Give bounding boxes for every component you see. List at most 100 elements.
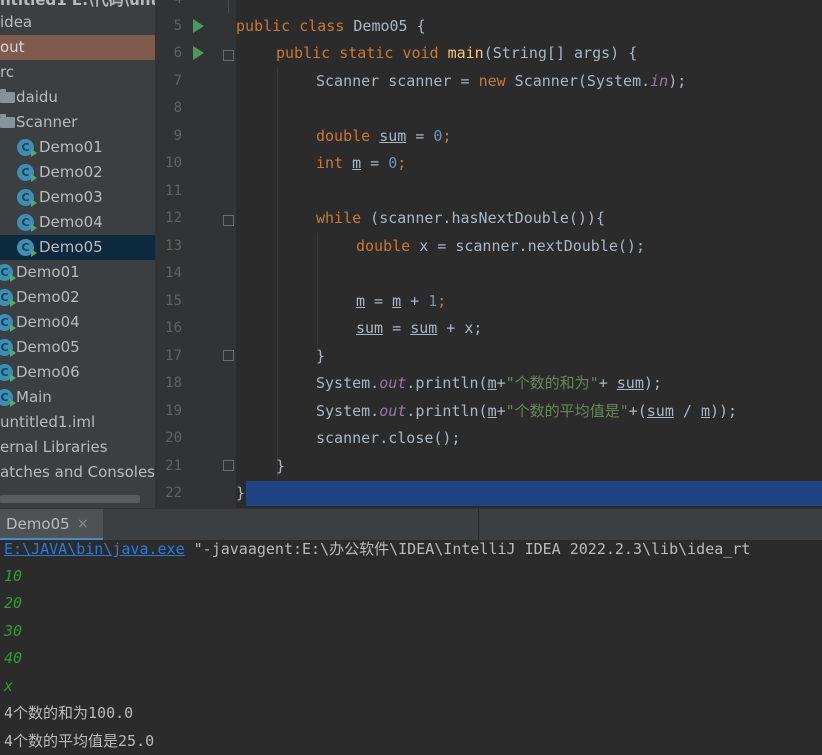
tree-item-scanner-demo05[interactable]: C Demo05 xyxy=(0,235,155,260)
fold-marker-icon[interactable] xyxy=(223,50,234,61)
code-line-19: System.out.println(m+"个数的平均值是"+(sum / m)… xyxy=(316,402,738,420)
console-output-line: 4个数的平均值是25.0 xyxy=(4,732,155,750)
java-class-icon: C xyxy=(17,139,37,157)
java-class-icon: C xyxy=(0,364,16,382)
fold-marker-icon[interactable] xyxy=(223,215,234,226)
tree-item-daidu[interactable]: daidu xyxy=(0,85,155,110)
indent-guide xyxy=(277,68,278,480)
java-class-icon: C xyxy=(17,239,37,257)
tree-item-label: Main xyxy=(16,388,52,406)
tree-item-label: Demo01 xyxy=(16,263,80,281)
tree-item-demo02[interactable]: C Demo02 xyxy=(0,285,155,310)
close-icon[interactable]: × xyxy=(77,509,89,540)
code-line-5: public class Demo05 { xyxy=(236,17,426,35)
run-main-icon[interactable] xyxy=(193,46,204,60)
code-line-9: double sum = 0; xyxy=(316,127,452,145)
run-console[interactable]: E:\JAVA\bin\java.exe "-javaagent:E:\办公软件… xyxy=(0,540,822,755)
line-number: 18 xyxy=(165,375,182,391)
tree-item-main[interactable]: C Main xyxy=(0,385,155,410)
tree-horizontal-scrollbar[interactable] xyxy=(0,495,140,503)
tree-item-scanner-demo01[interactable]: C Demo01 xyxy=(0,135,155,160)
java-class-icon: C xyxy=(0,289,16,307)
code-line-10: int m = 0; xyxy=(316,154,407,172)
console-command-line: E:\JAVA\bin\java.exe "-javaagent:E:\办公软件… xyxy=(4,540,751,558)
code-line-20: scanner.close(); xyxy=(316,429,461,447)
tree-item-demo01[interactable]: C Demo01 xyxy=(0,260,155,285)
indent-guide xyxy=(317,233,318,348)
java-class-icon: C xyxy=(17,214,37,232)
tree-item-demo04[interactable]: C Demo04 xyxy=(0,310,155,335)
line-number: 13 xyxy=(165,238,182,254)
tree-item-label: Demo04 xyxy=(16,313,80,331)
line-number: 6 xyxy=(173,45,182,61)
tree-item-scanner-demo03[interactable]: C Demo03 xyxy=(0,185,155,210)
tree-item-out[interactable]: out xyxy=(0,35,155,60)
tree-item-demo06[interactable]: C Demo06 xyxy=(0,360,155,385)
line-number: 4 xyxy=(156,0,182,13)
tree-item-label: Demo06 xyxy=(16,363,80,381)
tree-item-label: atches and Consoles xyxy=(0,463,155,481)
code-line-7: Scanner scanner = new Scanner(System.in)… xyxy=(316,72,687,90)
tree-item-label: Demo01 xyxy=(39,138,103,156)
tree-item-external-libraries[interactable]: ernal Libraries xyxy=(0,435,155,460)
console-input-line: 40 xyxy=(4,649,23,667)
line-number: 17 xyxy=(165,348,182,364)
console-input-line: 20 xyxy=(4,594,23,612)
line-number: 19 xyxy=(165,403,182,419)
tree-item-label: untitled1.iml xyxy=(0,413,96,431)
line-number: 12 xyxy=(165,210,182,226)
java-path-link[interactable]: E:\JAVA\bin\java.exe xyxy=(4,540,185,558)
fold-marker-icon[interactable] xyxy=(223,460,234,471)
java-class-icon: C xyxy=(0,389,16,407)
tab-run-demo05[interactable]: Demo05 × xyxy=(0,509,103,541)
fold-marker-icon[interactable] xyxy=(223,350,234,361)
tree-item-scratches[interactable]: atches and Consoles xyxy=(0,460,155,485)
console-input-line: 10 xyxy=(4,567,23,585)
tree-item-scanner-demo02[interactable]: C Demo02 xyxy=(0,160,155,185)
tree-item-idea[interactable]: idea xyxy=(0,10,155,35)
java-class-icon: C xyxy=(0,314,16,332)
line-number: 8 xyxy=(173,100,182,116)
run-class-icon[interactable] xyxy=(193,19,204,33)
console-output-line: 4个数的和为100.0 xyxy=(4,704,134,722)
tree-item-scanner-demo04[interactable]: C Demo04 xyxy=(0,210,155,235)
run-tool-window-tabs: Demo05 × xyxy=(0,508,822,541)
code-line-18: System.out.println(m+"个数的和为"+ sum); xyxy=(316,374,662,392)
code-line-12: while (scanner.hasNextDouble()){ xyxy=(316,209,605,227)
selected-line-highlight xyxy=(246,481,822,506)
tree-item-label: rc xyxy=(0,63,15,81)
code-line-16: sum = sum + x; xyxy=(356,319,483,337)
tree-item-label: daidu xyxy=(16,88,58,106)
tab-label: Demo05 xyxy=(6,515,70,533)
code-line-6: public static void main(String[] args) { xyxy=(276,44,638,62)
tree-item-label: out xyxy=(0,38,25,56)
console-input-line: 30 xyxy=(4,622,23,640)
tree-item-label: Demo04 xyxy=(39,213,103,231)
java-class-icon: C xyxy=(17,189,37,207)
divider xyxy=(478,509,479,541)
line-number: 15 xyxy=(165,293,182,309)
code-line-17: } xyxy=(316,347,326,365)
tree-item-label: Scanner xyxy=(16,113,78,131)
java-class-icon: C xyxy=(0,264,16,282)
line-number: 9 xyxy=(173,128,182,144)
tree-item-iml[interactable]: untitled1.iml xyxy=(0,410,155,435)
tree-item-scanner[interactable]: Scanner xyxy=(0,110,155,135)
package-icon xyxy=(0,89,15,103)
line-number: 21 xyxy=(165,458,182,474)
code-line-21: } xyxy=(276,457,286,475)
line-number: 7 xyxy=(173,73,182,89)
code-line-13: double x = scanner.nextDouble(); xyxy=(356,237,645,255)
line-number: 20 xyxy=(165,430,182,446)
tree-item-src[interactable]: rc xyxy=(0,60,155,85)
tree-item-label: Demo05 xyxy=(39,238,103,256)
tree-item-demo05[interactable]: C Demo05 xyxy=(0,335,155,360)
package-icon xyxy=(0,114,15,128)
tree-item-label: Demo02 xyxy=(39,163,103,181)
code-line-15: m = m + 1; xyxy=(356,292,447,310)
line-number: 16 xyxy=(165,320,182,336)
tree-item-label: ernal Libraries xyxy=(0,438,108,456)
console-input-line: x xyxy=(4,677,14,695)
tree-item-label: idea xyxy=(0,13,33,31)
line-number: 5 xyxy=(173,18,182,34)
